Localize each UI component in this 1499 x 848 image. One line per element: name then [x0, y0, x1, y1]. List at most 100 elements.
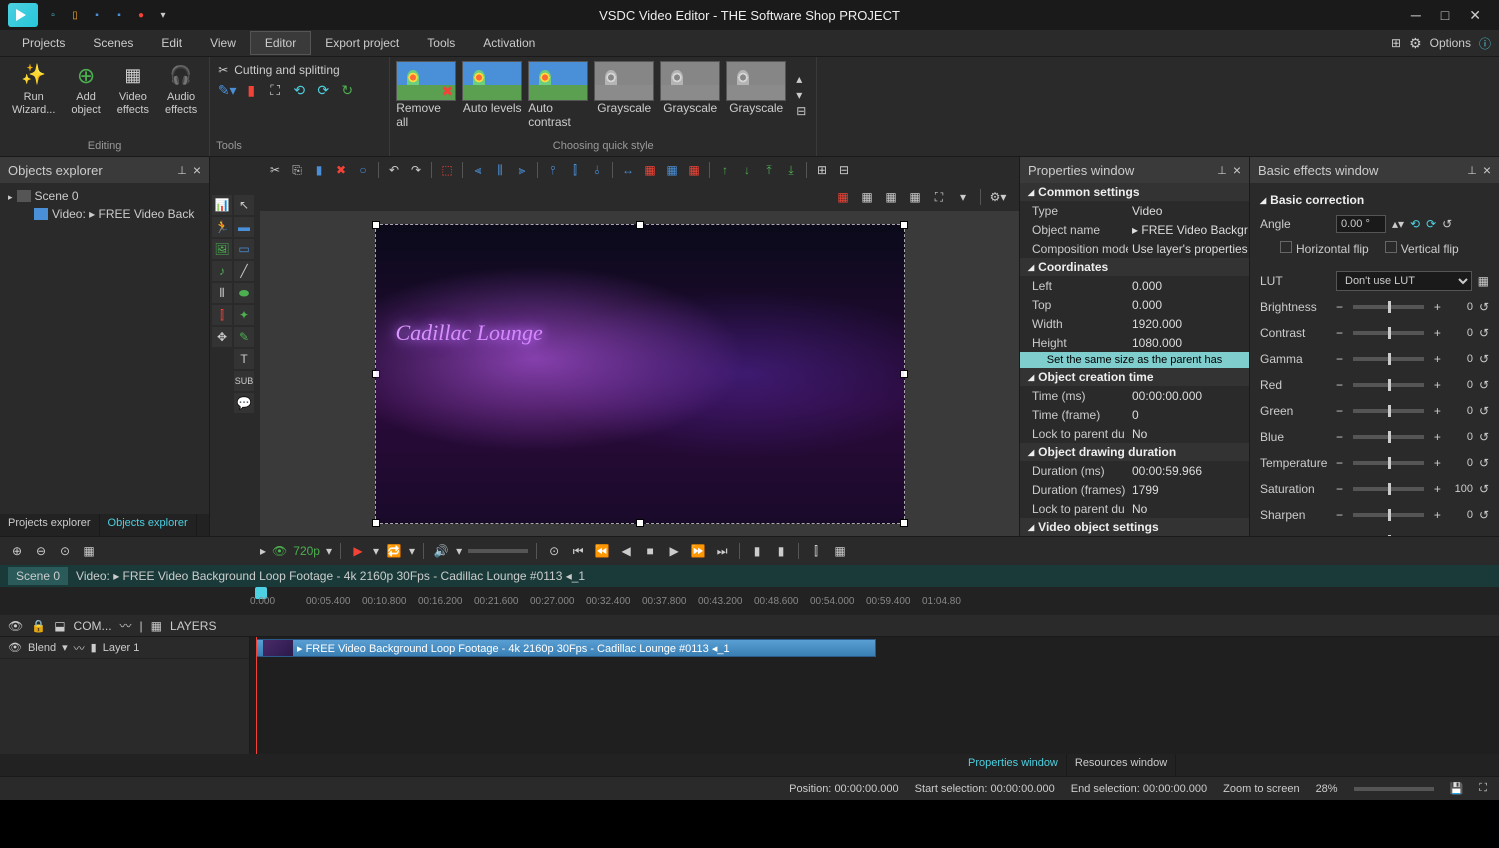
slider-plus-icon[interactable]: +	[1434, 430, 1441, 444]
subtitle-tool-icon[interactable]: SUB	[234, 371, 254, 391]
align-bot-icon[interactable]: ⫰	[588, 161, 606, 179]
slider-brightness[interactable]	[1353, 305, 1424, 309]
ungroup-icon[interactable]: ⊟	[835, 161, 853, 179]
menu-edit[interactable]: Edit	[147, 32, 196, 54]
section-coords[interactable]: Coordinates	[1020, 258, 1249, 276]
style-more-icon[interactable]: ⊟	[796, 104, 806, 118]
slider-minus-icon[interactable]: −	[1336, 300, 1343, 314]
audio-effects-button[interactable]: 🎧Audio effects	[159, 61, 203, 119]
qat-dropdown-icon[interactable]: ▾	[156, 8, 170, 22]
lut-select[interactable]: Don't use LUT	[1336, 271, 1472, 291]
slider-minus-icon[interactable]: −	[1336, 508, 1343, 522]
slider-reset-icon[interactable]	[1479, 534, 1489, 536]
add-object-button[interactable]: ⊕Add object	[65, 61, 106, 119]
style-grayscale-1[interactable]: Grayscale	[594, 61, 654, 129]
delete-icon[interactable]: ✖	[332, 161, 350, 179]
pin-icon[interactable]	[1217, 162, 1227, 178]
menu-export[interactable]: Export project	[311, 32, 413, 54]
menu-editor[interactable]: Editor	[250, 31, 311, 55]
vol-slider[interactable]	[468, 549, 528, 553]
sub-icon2[interactable]: ▦	[858, 188, 876, 206]
info-icon[interactable]: ⓘ	[1479, 35, 1491, 52]
dist-icon2[interactable]: ▦	[663, 161, 681, 179]
slider-reset-icon[interactable]	[1479, 378, 1489, 392]
handle-bl[interactable]	[372, 519, 380, 527]
sub-icon6[interactable]: ▾	[954, 188, 972, 206]
slider-plus-icon[interactable]: +	[1434, 352, 1441, 366]
zoom-label[interactable]: Zoom to screen	[1223, 783, 1299, 795]
next-icon[interactable]: ⏩	[689, 542, 707, 560]
handle-mr[interactable]	[900, 370, 908, 378]
scene-tab[interactable]: Scene 0	[8, 567, 68, 585]
slider-plus-icon[interactable]: +	[1434, 508, 1441, 522]
rotate90-icon[interactable]: ⟲	[290, 81, 308, 99]
tree-video-item[interactable]: Video: ▸ FREE Video Back	[4, 205, 205, 223]
same-size-button[interactable]: Set the same size as the parent has	[1020, 352, 1249, 368]
counter-tool-icon[interactable]: ⫿	[212, 305, 232, 325]
group-icon[interactable]: ⊞	[813, 161, 831, 179]
slider-plus-icon[interactable]: +	[1434, 404, 1441, 418]
resolution-label[interactable]: 720p	[293, 544, 320, 558]
slider-minus-icon[interactable]: −	[1336, 326, 1343, 340]
save-layout-icon[interactable]: 💾	[1450, 782, 1464, 795]
style-down-icon[interactable]: ▾	[796, 88, 806, 102]
tab-projects-explorer[interactable]: Projects explorer	[0, 514, 100, 536]
visibility-icon[interactable]: 👁	[8, 619, 23, 633]
rewind-icon[interactable]: ⏪	[593, 542, 611, 560]
hflip-checkbox[interactable]: Horizontal flip	[1280, 241, 1369, 256]
video-clip[interactable]: ▸ FREE Video Background Loop Footage - 4…	[256, 639, 876, 657]
menu-scenes[interactable]: Scenes	[79, 32, 147, 54]
align-left-icon[interactable]: ⫷	[469, 161, 487, 179]
text-tool-icon[interactable]: T	[234, 349, 254, 369]
stop-icon[interactable]: ■	[641, 542, 659, 560]
run-wizard-button[interactable]: ✨Run Wizard...	[6, 61, 61, 119]
rotate270-icon[interactable]: ⟳	[314, 81, 332, 99]
slider-green[interactable]	[1353, 409, 1424, 413]
play-icon[interactable]: ▶	[349, 542, 367, 560]
slider-minus-icon[interactable]: −	[1336, 534, 1343, 536]
slider-reset-icon[interactable]	[1479, 300, 1489, 314]
slider-minus-icon[interactable]: −	[1336, 456, 1343, 470]
handle-bm[interactable]	[636, 519, 644, 527]
undo-icon[interactable]: ↶	[385, 161, 403, 179]
lut-browse-icon[interactable]: ▦	[1478, 274, 1489, 288]
layout-icon[interactable]: ⊞	[1391, 36, 1401, 50]
zoom-in-icon[interactable]: ⊕	[8, 542, 26, 560]
marker-tool-icon[interactable]: ▮	[242, 81, 260, 99]
slider-plus-icon[interactable]: +	[1434, 300, 1441, 314]
slider-minus-icon[interactable]: −	[1336, 352, 1343, 366]
rect-tool-icon[interactable]: ▬	[234, 217, 254, 237]
menu-projects[interactable]: Projects	[8, 32, 79, 54]
cut-icon[interactable]: ✂	[266, 161, 284, 179]
sub-icon3[interactable]: ▦	[882, 188, 900, 206]
align-right-icon[interactable]: ⫸	[513, 161, 531, 179]
line-tool-icon[interactable]: ╱	[234, 261, 254, 281]
mark2-icon[interactable]: ▮	[772, 542, 790, 560]
style-auto-levels[interactable]: Auto levels	[462, 61, 522, 129]
cursor-tool-icon[interactable]: ↖	[234, 195, 254, 215]
section-common[interactable]: Common settings	[1020, 183, 1249, 201]
lock-icon[interactable]: 🔒	[31, 619, 46, 633]
qat-new-icon[interactable]: ▫	[46, 8, 60, 22]
cut-split-label[interactable]: Cutting and splitting	[234, 63, 339, 77]
close-icon[interactable]	[1483, 162, 1491, 178]
slider-blue[interactable]	[1353, 435, 1424, 439]
handle-tl[interactable]	[372, 221, 380, 229]
rotate-left-icon[interactable]: ⟲	[1410, 217, 1420, 231]
section-videoobj[interactable]: Video object settings	[1020, 518, 1249, 536]
qat-save2-icon[interactable]: ▪	[112, 8, 126, 22]
vflip-checkbox[interactable]: Vertical flip	[1385, 241, 1459, 256]
blend-label[interactable]: Blend	[28, 642, 56, 654]
pin-icon[interactable]	[177, 162, 187, 178]
angle-reset-icon[interactable]	[1442, 217, 1452, 231]
paste-icon[interactable]: ▮	[310, 161, 328, 179]
close-icon[interactable]	[193, 162, 201, 178]
spectrum-tool-icon[interactable]: ⦀	[212, 283, 232, 303]
qat-save-icon[interactable]: ▪	[90, 8, 104, 22]
handle-ml[interactable]	[372, 370, 380, 378]
tree-scene[interactable]: Scene 0	[4, 187, 205, 205]
slider-reset-icon[interactable]	[1479, 352, 1489, 366]
mark1-icon[interactable]: ▮	[748, 542, 766, 560]
angle-spinner[interactable]: ▴▾	[1392, 217, 1404, 231]
circle-icon[interactable]: ○	[354, 161, 372, 179]
